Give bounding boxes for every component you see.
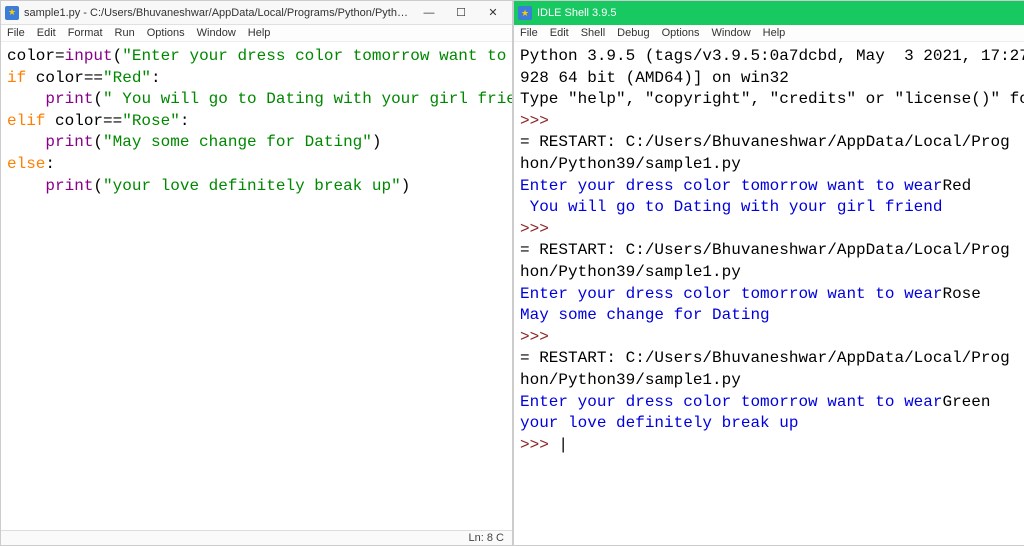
menu-run[interactable]: Run — [115, 27, 135, 39]
menu-file[interactable]: File — [7, 27, 25, 39]
shell-prompt: >>> — [520, 436, 558, 454]
code-token: "Rose" — [122, 112, 180, 130]
shell-line: Type "help", "copyright", "credits" or "… — [520, 90, 1024, 108]
menu-file[interactable]: File — [520, 27, 538, 39]
menu-format[interactable]: Format — [68, 27, 103, 39]
code-token: color — [7, 47, 55, 65]
shell-prompt: >>> — [520, 220, 558, 238]
shell-line: Enter your dress color tomorrow want to … — [520, 177, 942, 195]
shell-line: Python 3.9.5 (tags/v3.9.5:0a7dcbd, May 3… — [520, 47, 1024, 65]
code-token: print — [45, 177, 93, 195]
shell-line: May some change for Dating — [520, 306, 770, 324]
shell-line: = RESTART: C:/Users/Bhuvaneshwar/AppData… — [520, 133, 1010, 151]
code-token: "May some change for Dating" — [103, 133, 372, 151]
status-position: Ln: 8 C — [469, 532, 504, 544]
shell-menubar: File Edit Shell Debug Options Window Hel… — [514, 25, 1024, 42]
code-token: ( — [93, 177, 103, 195]
shell-prompt: >>> — [520, 328, 558, 346]
shell-line: hon/Python39/sample1.py — [520, 155, 741, 173]
menu-window[interactable]: Window — [197, 27, 236, 39]
cursor-icon: | — [558, 436, 568, 454]
menu-options[interactable]: Options — [662, 27, 700, 39]
editor-statusbar: Ln: 8 C — [1, 530, 512, 545]
shell-line: = RESTART: C:/Users/Bhuvaneshwar/AppData… — [520, 349, 1010, 367]
shell-line: Red — [942, 177, 971, 195]
code-token: "Red" — [103, 69, 151, 87]
code-token — [7, 90, 45, 108]
maximize-button[interactable]: ☐ — [446, 3, 476, 23]
shell-line: Green — [942, 393, 990, 411]
shell-output[interactable]: Python 3.9.5 (tags/v3.9.5:0a7dcbd, May 3… — [514, 42, 1024, 545]
close-button[interactable]: ✕ — [478, 3, 508, 23]
editor-title: sample1.py - C:/Users/Bhuvaneshwar/AppDa… — [24, 7, 414, 19]
minimize-button[interactable]: — — [414, 3, 444, 23]
shell-title: IDLE Shell 3.9.5 — [537, 7, 1024, 19]
shell-prompt: >>> — [520, 112, 558, 130]
menu-shell[interactable]: Shell — [581, 27, 605, 39]
shell-line: hon/Python39/sample1.py — [520, 263, 741, 281]
code-token: ( — [93, 133, 103, 151]
window-controls: — ☐ ✕ — [414, 3, 508, 23]
menu-edit[interactable]: Edit — [37, 27, 56, 39]
code-token: if — [7, 69, 26, 87]
code-token — [7, 133, 45, 151]
code-token: = — [55, 47, 65, 65]
code-token: "Enter your dress color tomorrow want to… — [122, 47, 512, 65]
shell-line: You will go to Dating with your girl fri… — [520, 198, 942, 216]
menu-edit[interactable]: Edit — [550, 27, 569, 39]
code-token: print — [45, 90, 93, 108]
code-token: ) — [401, 177, 411, 195]
shell-line: Enter your dress color tomorrow want to … — [520, 285, 942, 303]
shell-line: = RESTART: C:/Users/Bhuvaneshwar/AppData… — [520, 241, 1010, 259]
code-token: " You will go to Dating with your girl f… — [103, 90, 512, 108]
editor-menubar: File Edit Format Run Options Window Help — [1, 25, 512, 42]
code-token: print — [45, 133, 93, 151]
code-token: else — [7, 155, 45, 173]
code-token: ( — [113, 47, 123, 65]
code-token: : — [151, 69, 161, 87]
code-token: ) — [372, 133, 382, 151]
menu-debug[interactable]: Debug — [617, 27, 649, 39]
shell-line: Enter your dress color tomorrow want to … — [520, 393, 942, 411]
menu-window[interactable]: Window — [712, 27, 751, 39]
code-token: : — [45, 155, 55, 173]
code-token: : — [180, 112, 190, 130]
code-editor[interactable]: color=input("Enter your dress color tomo… — [1, 42, 512, 530]
shell-titlebar: ★ IDLE Shell 3.9.5 — [514, 1, 1024, 25]
code-token: "your love definitely break up" — [103, 177, 401, 195]
python-shell-icon: ★ — [518, 6, 532, 20]
menu-help[interactable]: Help — [248, 27, 271, 39]
code-token: input — [65, 47, 113, 65]
editor-titlebar: ★ sample1.py - C:/Users/Bhuvaneshwar/App… — [1, 1, 512, 25]
code-token: color== — [45, 112, 122, 130]
shell-line: 928 64 bit (AMD64)] on win32 — [520, 69, 789, 87]
code-token — [7, 177, 45, 195]
menu-options[interactable]: Options — [147, 27, 185, 39]
python-file-icon: ★ — [5, 6, 19, 20]
menu-help[interactable]: Help — [763, 27, 786, 39]
code-token: color== — [26, 69, 103, 87]
editor-window: ★ sample1.py - C:/Users/Bhuvaneshwar/App… — [0, 0, 513, 546]
shell-window: ★ IDLE Shell 3.9.5 File Edit Shell Debug… — [513, 0, 1024, 546]
code-token: elif — [7, 112, 45, 130]
shell-line: Rose — [942, 285, 980, 303]
shell-line: your love definitely break up — [520, 414, 798, 432]
shell-line: hon/Python39/sample1.py — [520, 371, 741, 389]
code-token: ( — [93, 90, 103, 108]
